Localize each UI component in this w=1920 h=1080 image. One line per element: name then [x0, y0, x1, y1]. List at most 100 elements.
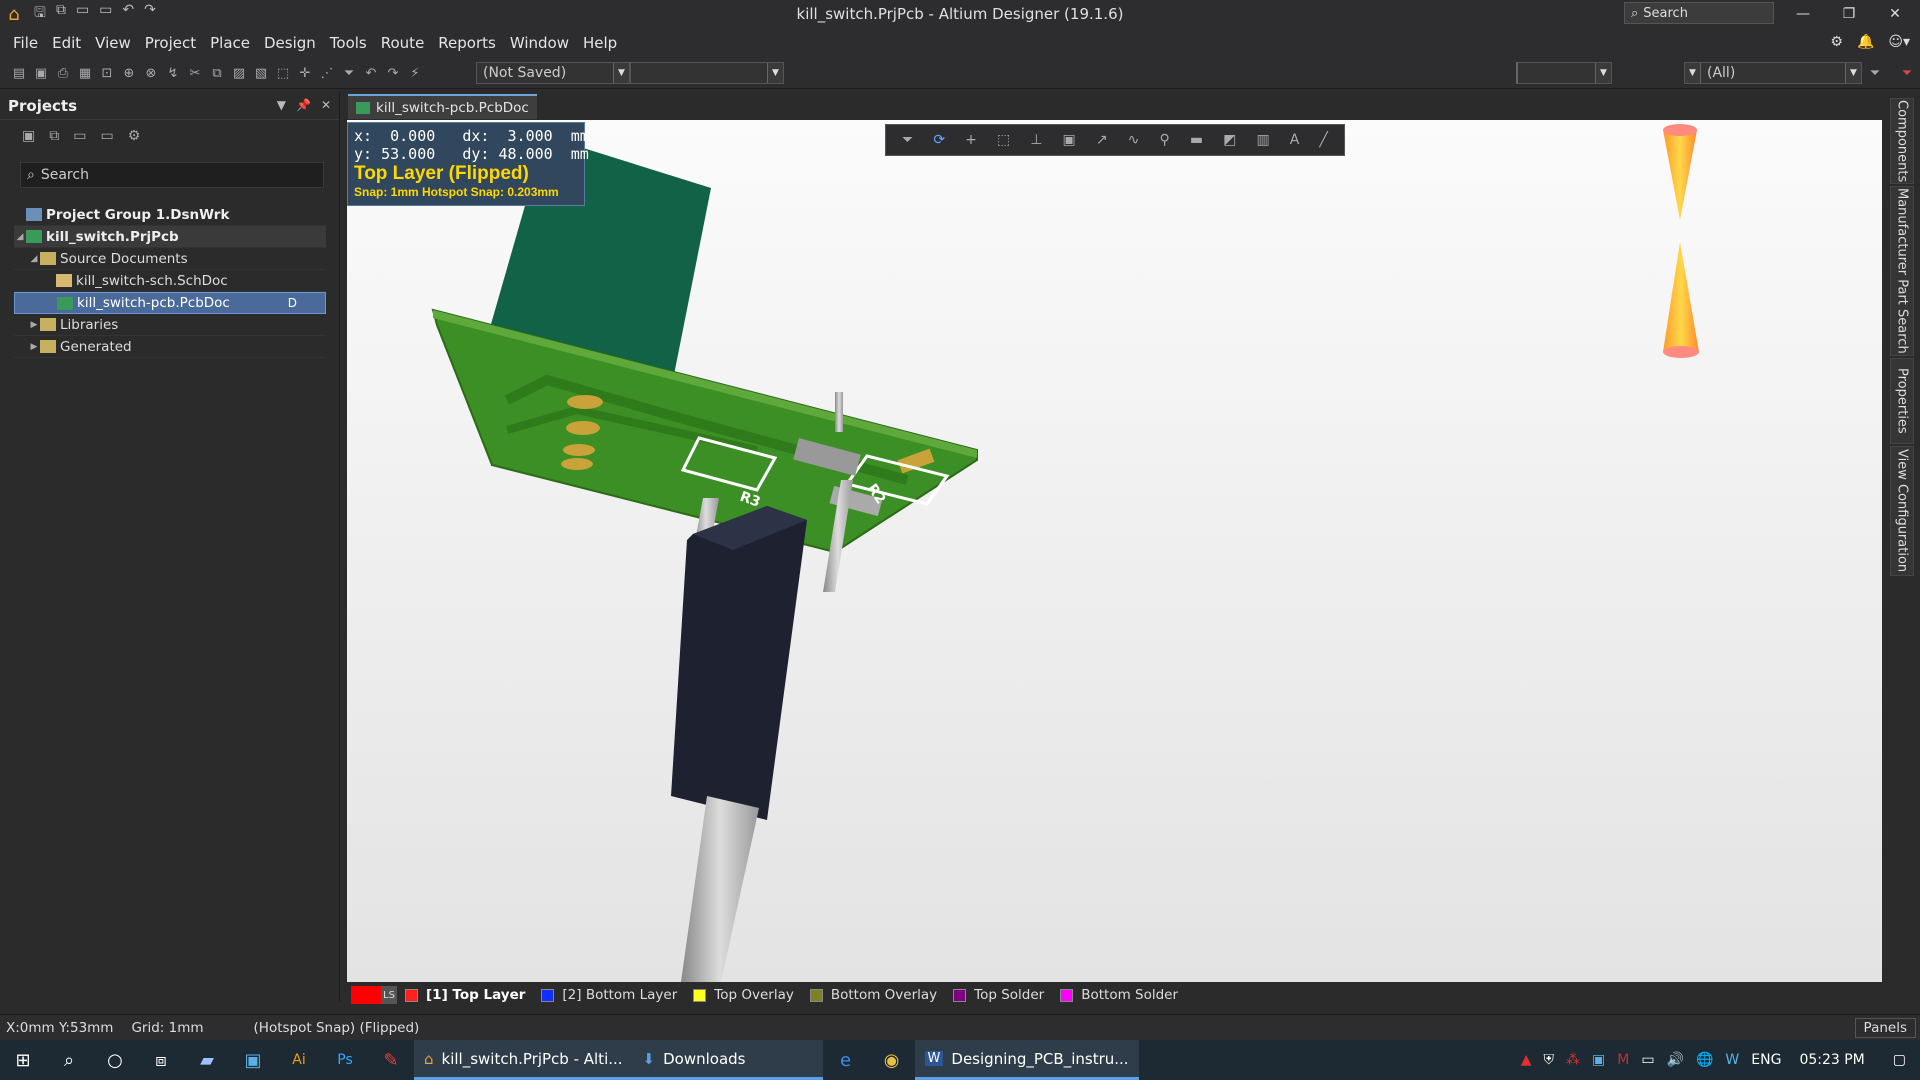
- task-view-icon[interactable]: ⧈: [138, 1040, 184, 1080]
- cross-select-icon[interactable]: ⚡: [404, 62, 426, 84]
- collapse-arrow-icon[interactable]: ◢: [28, 254, 40, 264]
- menu-window[interactable]: Window: [503, 34, 576, 52]
- input-method-icon[interactable]: W: [1725, 1052, 1739, 1068]
- place-cross-icon[interactable]: +: [965, 132, 977, 148]
- print-icon[interactable]: ⎙: [52, 62, 74, 84]
- rubber-stamp-icon[interactable]: ▧: [250, 62, 272, 84]
- tree-item-source-documents[interactable]: ◢ Source Documents: [14, 248, 326, 270]
- tree-item-schdoc[interactable]: kill_switch-sch.SchDoc: [14, 270, 326, 292]
- tree-item-pcbdoc[interactable]: kill_switch-pcb.PcbDoc D: [14, 292, 326, 314]
- menu-tools[interactable]: Tools: [323, 34, 374, 52]
- compile-icon[interactable]: ⧉: [49, 128, 59, 156]
- volume-icon[interactable]: 🔊: [1667, 1052, 1684, 1068]
- copy-icon[interactable]: ⧉: [206, 62, 228, 84]
- tab-pcb-document[interactable]: kill_switch-pcb.PcbDoc: [348, 94, 537, 119]
- zoom-selected-icon[interactable]: ⊗: [140, 62, 162, 84]
- cross-probe-icon[interactable]: ↯: [162, 62, 184, 84]
- cut-icon[interactable]: ✂: [184, 62, 206, 84]
- action-center-icon[interactable]: ▢: [1893, 1052, 1906, 1068]
- apply-filter-icon[interactable]: ⏷: [1864, 62, 1886, 84]
- edge-icon[interactable]: e: [823, 1040, 869, 1080]
- taskbar-app-word[interactable]: W Designing_PCB_instru...: [914, 1040, 1139, 1080]
- text-icon[interactable]: A: [1290, 132, 1300, 148]
- display-tray-icon[interactable]: ▣: [1592, 1052, 1605, 1068]
- redo-icon[interactable]: ↷: [144, 2, 156, 26]
- projects-search-input[interactable]: ⌕ Search: [20, 162, 324, 188]
- illustrator-icon[interactable]: Ai: [276, 1040, 322, 1080]
- zoom-fit-icon[interactable]: ⊡: [96, 62, 118, 84]
- project-folder-icon[interactable]: ▭: [100, 128, 113, 156]
- taskbar-app-downloads[interactable]: ⬇ Downloads: [632, 1040, 823, 1080]
- move-icon[interactable]: ✛: [294, 62, 316, 84]
- save-project-icon[interactable]: ▣: [22, 128, 35, 156]
- restore-button[interactable]: ❐: [1826, 0, 1872, 28]
- notifications-bell-icon[interactable]: 🔔: [1857, 34, 1874, 50]
- component-icon[interactable]: ▣: [1063, 132, 1076, 148]
- open-folder-icon[interactable]: ▭: [73, 128, 86, 156]
- panels-button[interactable]: Panels: [1854, 1018, 1916, 1038]
- store-icon[interactable]: ▣: [230, 1040, 276, 1080]
- mcafee-icon[interactable]: M: [1617, 1052, 1629, 1068]
- tab-view-configuration[interactable]: View Configuration: [1890, 446, 1914, 576]
- line-icon[interactable]: ╱: [1319, 132, 1327, 148]
- place-via-icon[interactable]: ⚲: [1159, 132, 1169, 148]
- menu-project[interactable]: Project: [138, 34, 203, 52]
- layer-set-button[interactable]: LS: [351, 986, 397, 1004]
- altium-logo-icon[interactable]: ⌂: [0, 0, 28, 28]
- battery-icon[interactable]: ▭: [1641, 1052, 1654, 1068]
- align-icon[interactable]: ⊥: [1030, 132, 1042, 148]
- layer-tab-top-layer[interactable]: [1] Top Layer: [405, 987, 525, 1003]
- cortana-icon[interactable]: ○: [92, 1040, 138, 1080]
- dimension-icon[interactable]: ▥: [1256, 132, 1269, 148]
- interactive-route-icon[interactable]: ↗: [1096, 132, 1108, 148]
- filter-all-select[interactable]: ▼ (All) ▼: [1684, 62, 1862, 84]
- panel-menu-icon[interactable]: ▼: [277, 98, 286, 112]
- polygon-icon[interactable]: ▬: [1190, 132, 1203, 148]
- tree-item-generated[interactable]: ▶ Generated: [14, 336, 326, 358]
- print-preview-icon[interactable]: ▦: [74, 62, 96, 84]
- security-shield-icon[interactable]: ⛨: [1543, 1052, 1554, 1068]
- expand-arrow-icon[interactable]: ▶: [28, 342, 40, 352]
- select-area-icon[interactable]: ⬚: [272, 62, 294, 84]
- menu-design[interactable]: Design: [257, 34, 323, 52]
- open-file-icon[interactable]: ▤: [8, 62, 30, 84]
- save-icon[interactable]: 🖫: [34, 2, 46, 26]
- save-icon[interactable]: ▣: [30, 62, 52, 84]
- select-rect-icon[interactable]: ⬚: [997, 132, 1010, 148]
- close-button[interactable]: ✕: [1872, 0, 1918, 28]
- layer-tab-bottom-layer[interactable]: [2] Bottom Layer: [541, 987, 677, 1003]
- notepad-icon[interactable]: ▰: [184, 1040, 230, 1080]
- menu-reports[interactable]: Reports: [431, 34, 503, 52]
- open-project-icon[interactable]: ▭: [99, 2, 112, 26]
- clock[interactable]: 05:23 PM: [1799, 1052, 1864, 1068]
- pin-icon[interactable]: 📌: [296, 98, 311, 112]
- pen-app-icon[interactable]: ✎: [368, 1040, 414, 1080]
- chrome-icon[interactable]: ◉: [869, 1040, 915, 1080]
- tree-item-project-group[interactable]: Project Group 1.DsnWrk: [14, 204, 326, 226]
- project-options-gear-icon[interactable]: ⚙: [128, 128, 141, 156]
- layer-tab-bottom-solder[interactable]: Bottom Solder: [1060, 987, 1178, 1003]
- menu-help[interactable]: Help: [576, 34, 624, 52]
- minimize-button[interactable]: —: [1780, 0, 1826, 28]
- layer-tab-top-solder[interactable]: Top Solder: [953, 987, 1044, 1003]
- layer-tab-bottom-overlay[interactable]: Bottom Overlay: [809, 987, 937, 1003]
- region-icon[interactable]: ◩: [1223, 132, 1236, 148]
- tab-components[interactable]: Components: [1890, 98, 1914, 184]
- search-icon[interactable]: ⌕: [46, 1040, 92, 1080]
- settings-gear-icon[interactable]: ⚙: [1830, 34, 1843, 50]
- variant-select[interactable]: (Not Saved) ▼: [476, 62, 630, 84]
- clear-filter-icon[interactable]: ⏷: [1896, 62, 1918, 84]
- tree-item-libraries[interactable]: ▶ Libraries: [14, 314, 326, 336]
- menu-route[interactable]: Route: [374, 34, 432, 52]
- deselect-icon[interactable]: ⋰: [316, 62, 338, 84]
- paste-icon[interactable]: ▨: [228, 62, 250, 84]
- network-globe-icon[interactable]: 🌐: [1696, 1052, 1713, 1068]
- diff-pair-icon[interactable]: ∿: [1128, 132, 1140, 148]
- undo-icon[interactable]: ↶: [122, 2, 134, 26]
- layer-tab-top-overlay[interactable]: Top Overlay: [693, 987, 794, 1003]
- tree-item-project[interactable]: ◢ kill_switch.PrjPcb: [14, 226, 326, 248]
- title-search-box[interactable]: ⌕ Search: [1624, 2, 1774, 24]
- photoshop-icon[interactable]: Ps: [322, 1040, 368, 1080]
- tab-properties[interactable]: Properties: [1890, 358, 1914, 444]
- tab-manufacturer-part-search[interactable]: Manufacturer Part Search: [1890, 186, 1914, 356]
